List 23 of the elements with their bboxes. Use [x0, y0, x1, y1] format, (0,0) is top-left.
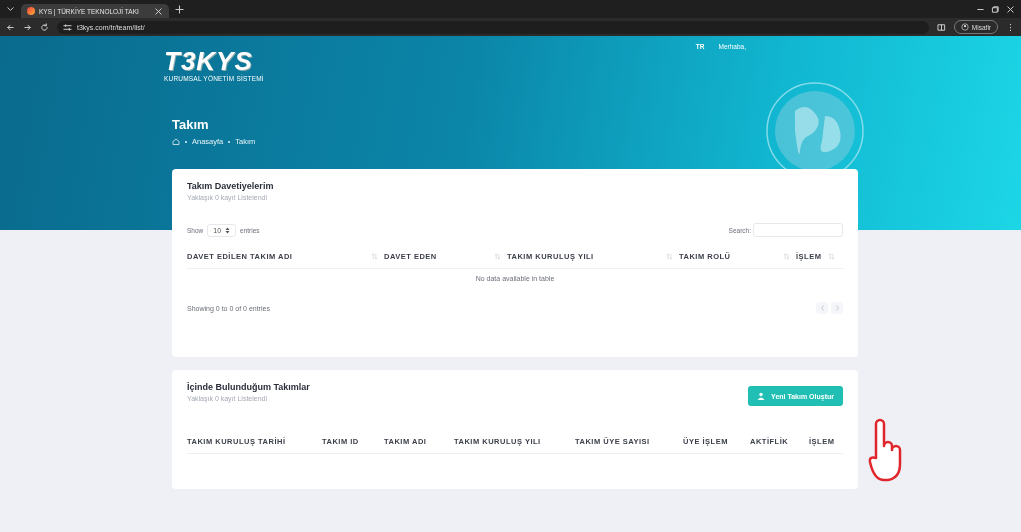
close-icon[interactable]	[1006, 4, 1015, 14]
chevron-left-icon	[819, 305, 825, 311]
sidebar-icon[interactable]	[936, 22, 946, 32]
stepper-icon	[225, 226, 231, 234]
home-icon[interactable]	[172, 138, 180, 145]
reload-icon[interactable]	[40, 22, 49, 32]
profile-icon	[960, 23, 969, 31]
plus-icon[interactable]	[175, 4, 184, 14]
card-title: İçinde Bulunduğum Takımlar	[187, 382, 310, 392]
search-field[interactable]	[753, 223, 843, 237]
restore-icon[interactable]	[991, 4, 1000, 14]
card-title: Takım Davetiyelerim	[187, 181, 275, 191]
logo-text[interactable]: T3KYS	[164, 48, 253, 74]
close-icon[interactable]	[154, 6, 163, 16]
site-settings-icon[interactable]	[63, 22, 72, 32]
user-icon	[757, 392, 766, 400]
favicon-icon	[27, 7, 35, 15]
chevron-right-icon	[834, 305, 840, 311]
page-title: Takım	[172, 117, 210, 132]
chevron-down-icon[interactable]	[6, 4, 15, 14]
back-icon[interactable]	[6, 22, 15, 32]
pointing-hand-icon	[868, 418, 902, 482]
forward-icon[interactable]	[23, 22, 32, 32]
